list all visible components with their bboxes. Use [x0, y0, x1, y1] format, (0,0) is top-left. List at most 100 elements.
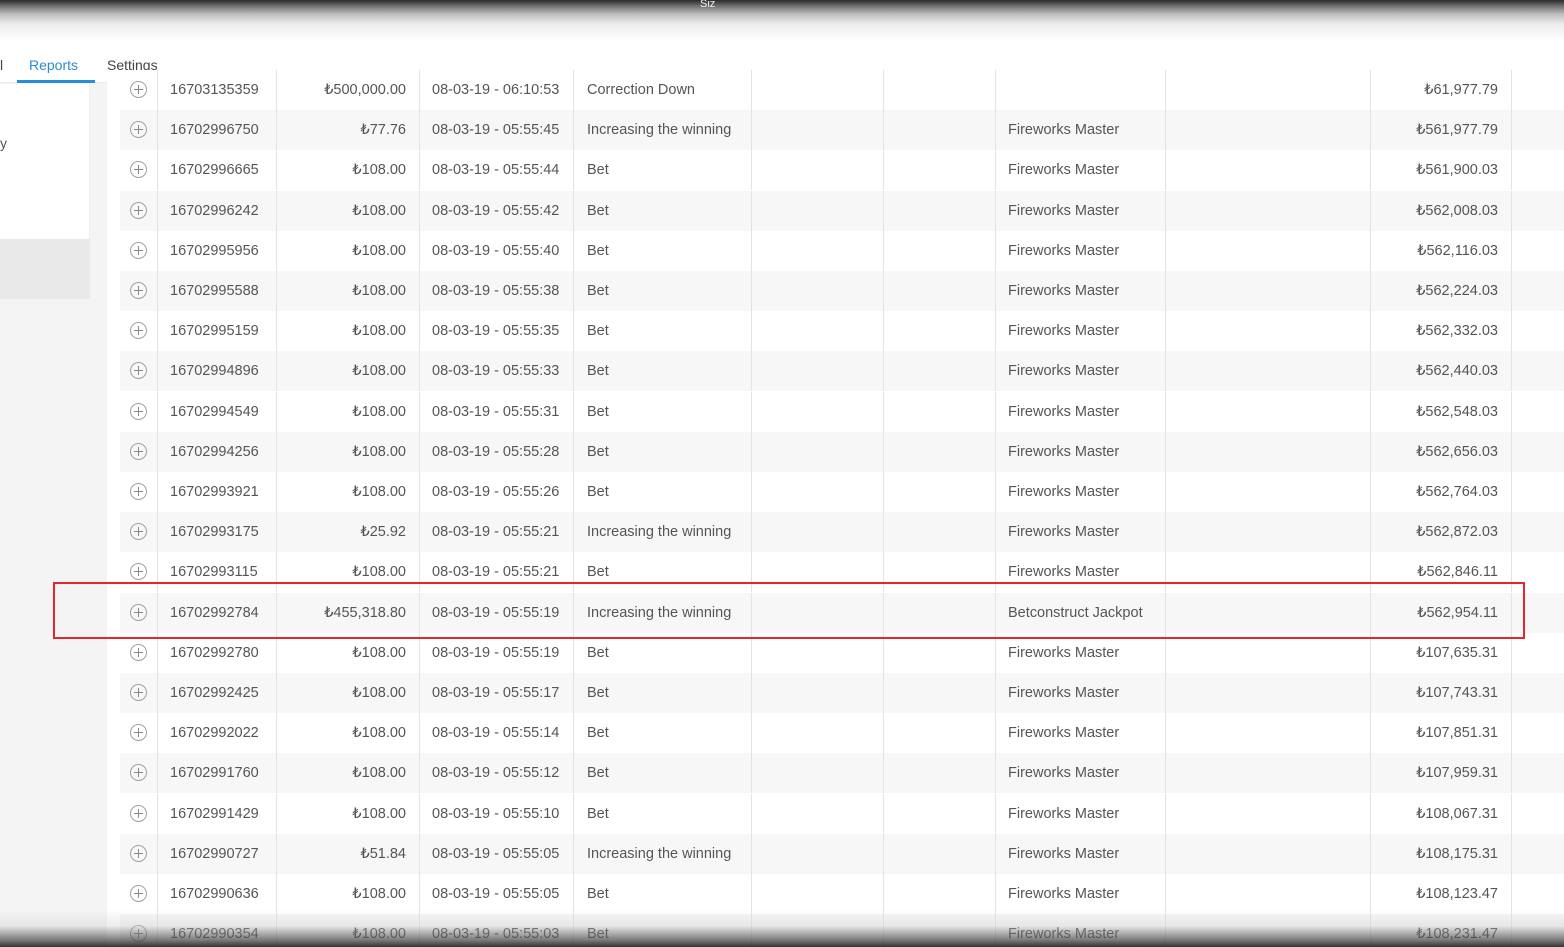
transaction-amount: ₺108.00 — [352, 242, 406, 259]
balance-after: ₺108,175.31 — [1416, 845, 1498, 862]
expand-row-icon[interactable] — [130, 563, 147, 581]
expand-row-icon[interactable] — [130, 764, 147, 782]
game-name: Fireworks Master — [1008, 484, 1120, 500]
column-divider — [157, 472, 158, 512]
column-divider — [883, 713, 884, 754]
expand-row-icon[interactable] — [130, 322, 147, 340]
table-row[interactable]: 16702992784 ₺455,318.80 08-03-19 - 05:55:1… — [120, 592, 1564, 633]
transaction-amount: ₺108.00 — [352, 926, 406, 943]
column-divider — [1370, 391, 1371, 432]
expand-row-icon[interactable] — [130, 643, 147, 661]
expand-row-icon[interactable] — [130, 282, 147, 299]
column-divider — [1165, 190, 1166, 231]
table-row[interactable]: 16702990354 ₺108.00 08-03-19 - 05:55:03 Bet… — [120, 914, 1564, 947]
expand-row-icon[interactable] — [130, 81, 147, 98]
column-divider — [751, 271, 752, 311]
expand-row-icon[interactable] — [130, 362, 147, 380]
sidebar-item-partial[interactable]: y — [0, 135, 7, 151]
column-divider — [157, 190, 158, 231]
column-divider — [995, 351, 996, 392]
transaction-id: 16702991429 — [170, 805, 259, 822]
transaction-id: 16702992784 — [170, 604, 259, 621]
expand-row-icon[interactable] — [130, 844, 147, 862]
table-row[interactable]: 16702995159 ₺108.00 08-03-19 - 05:55:35 Bet… — [120, 311, 1564, 352]
column-divider — [1511, 914, 1512, 947]
expand-row-icon[interactable] — [130, 442, 147, 460]
column-divider — [751, 632, 752, 673]
expand-row-icon[interactable] — [130, 724, 147, 742]
table-row[interactable]: 16702996665 ₺108.00 08-03-19 - 05:55:44 Bet… — [120, 150, 1564, 191]
table-row[interactable]: 16702991429 ₺108.00 08-03-19 - 05:55:10 Bet… — [120, 793, 1564, 834]
table-row[interactable]: 16702991760 ₺108.00 08-03-19 - 05:55:12 Bet… — [120, 753, 1564, 794]
table-row[interactable]: 16702993921 ₺108.00 08-03-19 - 05:55:26 Bet… — [120, 472, 1564, 512]
column-divider — [995, 472, 996, 512]
column-divider — [751, 472, 752, 512]
transaction-amount: ₺500,000.00 — [324, 82, 406, 98]
column-divider — [883, 70, 884, 110]
table-row[interactable]: 16702993115 ₺108.00 08-03-19 - 05:55:21 Bet… — [120, 552, 1564, 593]
transaction-type: Bet — [587, 564, 609, 581]
column-divider — [995, 833, 996, 874]
column-divider — [995, 793, 996, 834]
expand-row-icon[interactable] — [130, 603, 147, 621]
table-row[interactable]: 16702992780 ₺108.00 08-03-19 - 05:55:19 Bet… — [120, 632, 1564, 673]
expand-row-icon[interactable] — [130, 684, 147, 701]
transaction-id: 16702994256 — [170, 443, 259, 460]
game-name: Fireworks Master — [1008, 403, 1120, 420]
expand-row-icon[interactable] — [130, 925, 147, 943]
transaction-datetime: 08-03-19 - 05:55:33 — [432, 363, 560, 380]
transaction-amount: ₺108.00 — [352, 564, 406, 581]
transaction-amount: ₺108.00 — [352, 644, 406, 661]
table-row[interactable]: 16702992425 ₺108.00 08-03-19 - 05:55:17 Bet… — [120, 673, 1564, 713]
balance-after: ₺561,900.03 — [1416, 162, 1498, 179]
active-tab-indicator — [17, 80, 95, 83]
expand-row-icon[interactable] — [130, 201, 147, 219]
expand-row-icon[interactable] — [130, 161, 147, 179]
column-divider — [1511, 632, 1512, 673]
table-row[interactable]: 16702995588 ₺108.00 08-03-19 - 05:55:38 Bet… — [120, 271, 1564, 311]
column-divider — [751, 833, 752, 874]
transaction-datetime: 08-03-19 - 05:55:21 — [432, 564, 560, 581]
tab-reports[interactable]: Reports — [29, 57, 78, 73]
transaction-id: 16702992022 — [170, 725, 259, 742]
table-row[interactable]: 16702990636 ₺108.00 08-03-19 - 05:55:05 Bet… — [120, 874, 1564, 914]
column-divider — [1370, 793, 1371, 834]
table-row[interactable]: 16702994549 ₺108.00 08-03-19 - 05:55:31 Bet… — [120, 391, 1564, 432]
expand-row-icon[interactable] — [130, 804, 147, 822]
column-divider — [995, 874, 996, 914]
table-row[interactable]: 16702990727 ₺51.84 08-03-19 - 05:55:05 Incr… — [120, 833, 1564, 874]
transaction-type: Increasing the winning — [587, 845, 732, 862]
column-divider — [1370, 190, 1371, 231]
expand-row-icon[interactable] — [130, 402, 147, 420]
column-divider — [751, 552, 752, 593]
column-divider — [883, 512, 884, 553]
table-row[interactable]: 16702993175 ₺25.92 08-03-19 - 05:55:21 Incr… — [120, 512, 1564, 553]
transaction-type: Bet — [587, 685, 609, 701]
expand-row-icon[interactable] — [130, 885, 147, 902]
sidebar-item-selected[interactable] — [0, 239, 90, 299]
table-row[interactable]: 16703135359 ₺500,000.00 08-03-19 - 06:10:5… — [120, 70, 1564, 110]
expand-row-icon[interactable] — [130, 483, 147, 500]
transaction-id: 16702993175 — [170, 524, 259, 541]
table-row[interactable]: 16702994896 ₺108.00 08-03-19 - 05:55:33 Bet… — [120, 351, 1564, 392]
table-row[interactable]: 16702995956 ₺108.00 08-03-19 - 05:55:40 Bet… — [120, 230, 1564, 271]
expand-row-icon[interactable] — [130, 241, 147, 259]
column-divider — [573, 110, 574, 151]
table-row[interactable]: 16702994256 ₺108.00 08-03-19 - 05:55:28 Bet… — [120, 431, 1564, 472]
expand-row-icon[interactable] — [130, 523, 147, 541]
transaction-amount: ₺108.00 — [352, 443, 406, 460]
expand-row-icon[interactable] — [130, 121, 147, 139]
nav-tab-partial[interactable]: l — [0, 57, 3, 73]
game-name: Fireworks Master — [1008, 524, 1120, 541]
table-row[interactable]: 16702996242 ₺108.00 08-03-19 - 05:55:42 Bet… — [120, 190, 1564, 231]
transaction-amount: ₺77.76 — [360, 122, 406, 139]
transaction-type: Bet — [587, 403, 609, 420]
table-row[interactable]: 16702992022 ₺108.00 08-03-19 - 05:55:14 Bet… — [120, 713, 1564, 754]
table-row[interactable]: 16702996750 ₺77.76 08-03-19 - 05:55:45 Incr… — [120, 110, 1564, 151]
transaction-datetime: 08-03-19 - 06:10:53 — [432, 82, 560, 98]
game-name: Fireworks Master — [1008, 845, 1120, 862]
column-divider — [1511, 793, 1512, 834]
column-divider — [157, 874, 158, 914]
transaction-datetime: 08-03-19 - 05:55:35 — [432, 323, 560, 340]
game-name: Fireworks Master — [1008, 242, 1120, 259]
